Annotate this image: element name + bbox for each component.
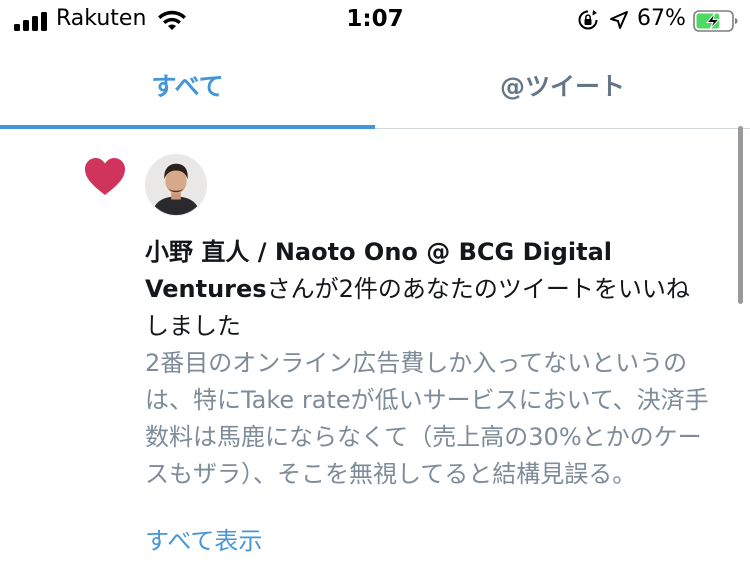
status-bar: Rakuten 1:07 67% — [0, 0, 750, 42]
tab-bar: すべて @ツイート — [0, 42, 750, 129]
show-all-link[interactable]: すべて表示 — [145, 525, 262, 557]
avatar-image — [146, 155, 206, 215]
battery-charging-icon — [693, 10, 738, 32]
signal-icon — [14, 11, 47, 31]
carrier-name: Rakuten — [56, 6, 147, 31]
rotation-lock-icon — [578, 10, 598, 30]
notification-text: 小野 直人 / Naoto Ono @ BCG Digital Ventures… — [145, 234, 710, 345]
tweet-preview[interactable]: 2番目のオンライン広告費しか入ってないというのは、特にTake rateが低いサ… — [145, 345, 710, 493]
scrollbar[interactable] — [738, 126, 743, 304]
tab-mentions[interactable]: @ツイート — [375, 42, 750, 128]
heart-icon — [85, 158, 125, 195]
location-icon — [610, 11, 628, 29]
tab-all[interactable]: すべて — [0, 42, 375, 129]
battery-percent: 67% — [637, 6, 686, 31]
notification-item[interactable]: 小野 直人 / Naoto Ono @ BCG Digital Ventures… — [0, 129, 750, 582]
avatar[interactable] — [145, 154, 207, 216]
wifi-icon — [158, 10, 186, 30]
